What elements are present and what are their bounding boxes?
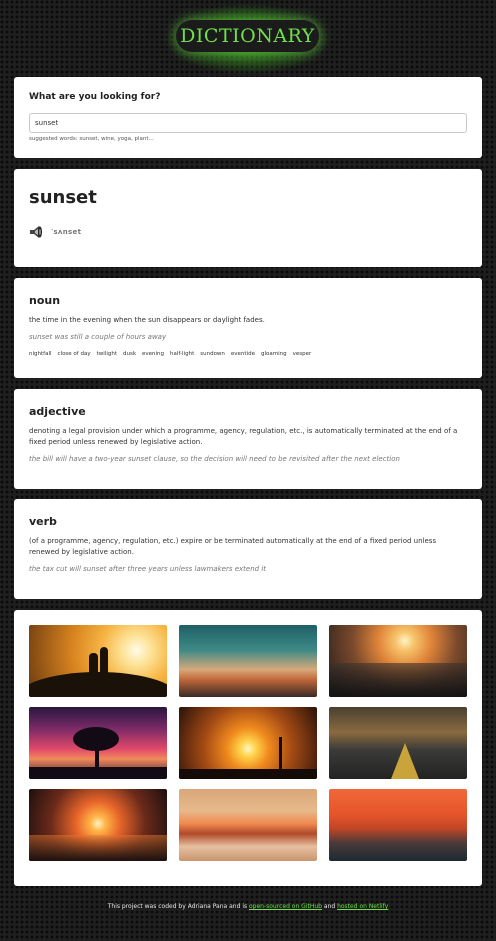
footer-text: This project was coded by Adriana Pana a… <box>107 903 250 910</box>
footer: This project was coded by Adriana Pana a… <box>0 903 496 910</box>
phonetic-row: ˈsʌnset <box>29 225 467 239</box>
gallery-photo[interactable] <box>329 625 467 697</box>
example-text: sunset was still a couple of hours away <box>29 333 167 341</box>
word-card: sunset ˈsʌnset <box>14 169 482 267</box>
synonyms-list: nightfall close of day twilight dusk eve… <box>29 351 467 357</box>
synonym[interactable]: half-light <box>170 351 194 357</box>
meaning-card-verb: verb (of a programme, agency, regulation… <box>14 499 482 599</box>
search-input[interactable] <box>29 113 467 133</box>
synonym[interactable]: twilight <box>97 351 117 357</box>
part-of-speech: noun <box>29 294 61 307</box>
app-logo: DICTIONARY <box>176 20 319 52</box>
gallery-photo[interactable] <box>179 707 317 779</box>
netlify-link[interactable]: hosted on Netlify <box>337 903 388 910</box>
suggested-words: suggested words: sunset, wine, yoga, pla… <box>29 136 154 142</box>
gallery-photo[interactable] <box>179 625 317 697</box>
github-link[interactable]: open-sourced on GitHub <box>249 903 322 910</box>
definition-text: the time in the evening when the sun dis… <box>29 316 265 324</box>
word-title: sunset <box>29 187 97 208</box>
part-of-speech: adjective <box>29 405 86 418</box>
gallery-photo[interactable] <box>29 625 167 697</box>
search-card: What are you looking for? suggested word… <box>14 77 482 158</box>
part-of-speech: verb <box>29 515 57 528</box>
synonym[interactable]: gloaming <box>261 351 287 357</box>
example-text: the tax cut will sunset after three year… <box>29 565 267 573</box>
gallery-photo[interactable] <box>179 789 317 861</box>
synonym[interactable]: close of day <box>58 351 91 357</box>
header: DICTIONARY <box>0 0 496 77</box>
phonetic-text: ˈsʌnset <box>51 228 82 236</box>
definition-text: (of a programme, agency, regulation, etc… <box>29 537 437 556</box>
gallery-photo[interactable] <box>29 707 167 779</box>
meaning-card-noun: noun the time in the evening when the su… <box>14 278 482 378</box>
gallery-photo[interactable] <box>29 789 167 861</box>
synonym[interactable]: evening <box>142 351 164 357</box>
gallery-photo[interactable] <box>329 707 467 779</box>
search-label: What are you looking for? <box>29 92 161 102</box>
definition-text: denoting a legal provision under which a… <box>29 427 458 446</box>
footer-text-middle: and <box>321 903 338 910</box>
image-gallery <box>14 610 482 886</box>
synonym[interactable]: eventide <box>231 351 255 357</box>
synonym[interactable]: nightfall <box>29 351 52 357</box>
example-text: the bill will have a two-year sunset cla… <box>29 455 400 463</box>
synonym[interactable]: vesper <box>293 351 312 357</box>
gallery-grid <box>29 625 467 861</box>
synonym[interactable]: sundown <box>200 351 225 357</box>
gallery-photo[interactable] <box>329 789 467 861</box>
meaning-card-adjective: adjective denoting a legal provision und… <box>14 389 482 489</box>
synonym[interactable]: dusk <box>123 351 136 357</box>
speaker-icon[interactable] <box>29 225 45 239</box>
